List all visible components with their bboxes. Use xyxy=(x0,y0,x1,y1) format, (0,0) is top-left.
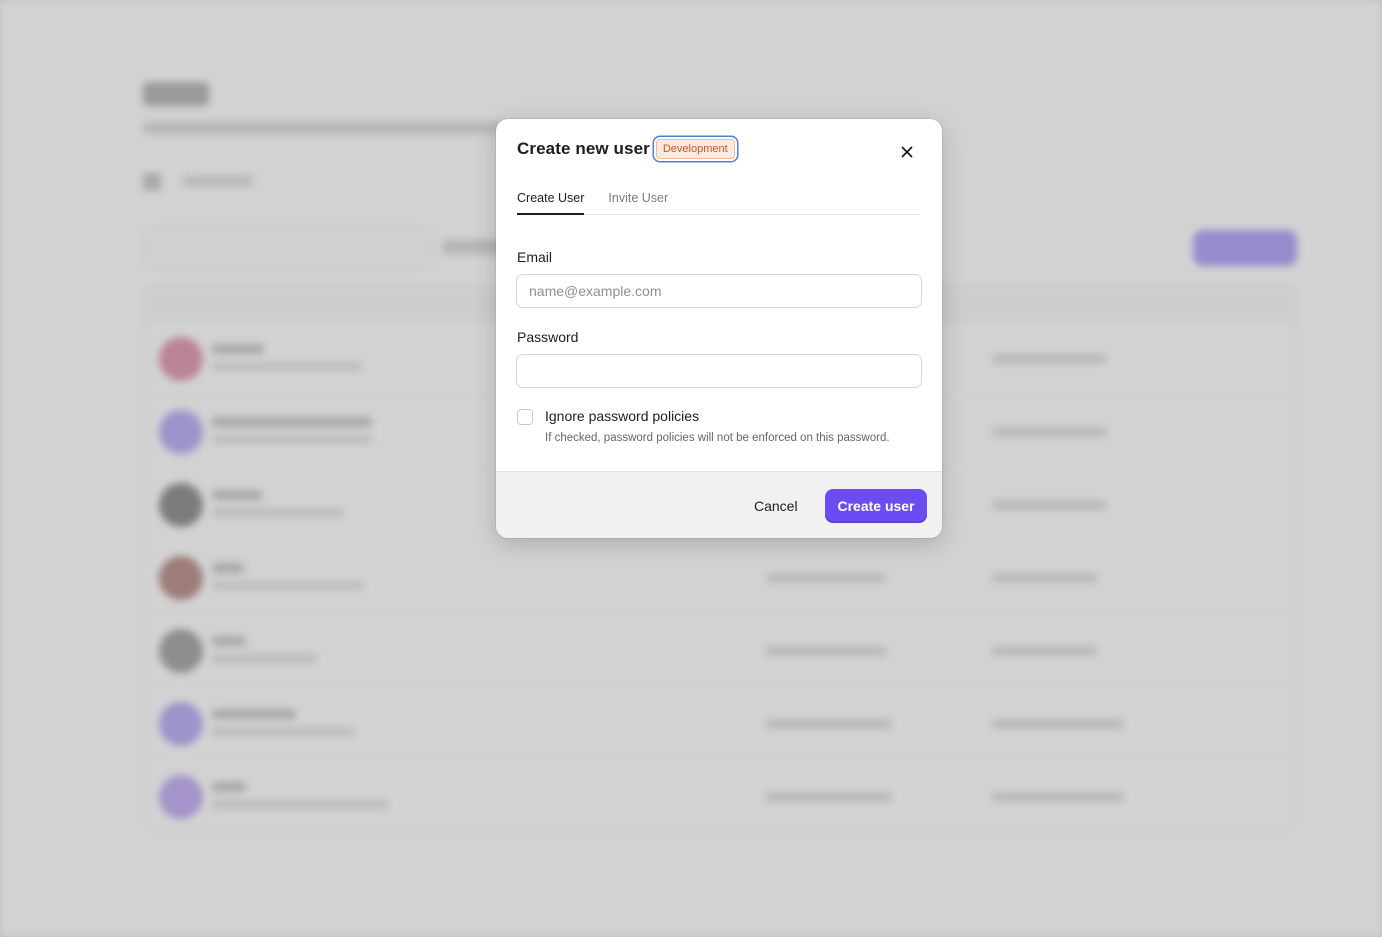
ignore-password-policies-label[interactable]: Ignore password policies xyxy=(545,408,699,424)
dialog-title: Create new user xyxy=(517,139,650,158)
dialog-header: Create new user Development xyxy=(517,135,735,163)
email-label: Email xyxy=(517,249,553,265)
close-icon xyxy=(901,146,913,158)
create-user-button[interactable]: Create user xyxy=(825,489,927,523)
tab-invite-user[interactable]: Invite User xyxy=(608,184,668,215)
dialog-footer: Cancel Create user xyxy=(496,471,942,538)
email-field[interactable] xyxy=(516,274,922,308)
password-field[interactable] xyxy=(516,354,922,388)
tab-create-user[interactable]: Create User xyxy=(517,184,585,215)
ignore-password-policies-help: If checked, password policies will not b… xyxy=(545,432,890,444)
ignore-password-policies-checkbox[interactable] xyxy=(517,409,533,425)
dialog-tabs: Create User Invite User xyxy=(517,184,920,215)
environment-badge: Development xyxy=(655,139,735,159)
password-label: Password xyxy=(517,329,579,345)
create-user-dialog: Create new user Development Create User … xyxy=(496,119,942,538)
cancel-button[interactable]: Cancel xyxy=(744,489,808,523)
close-button[interactable] xyxy=(896,141,918,163)
